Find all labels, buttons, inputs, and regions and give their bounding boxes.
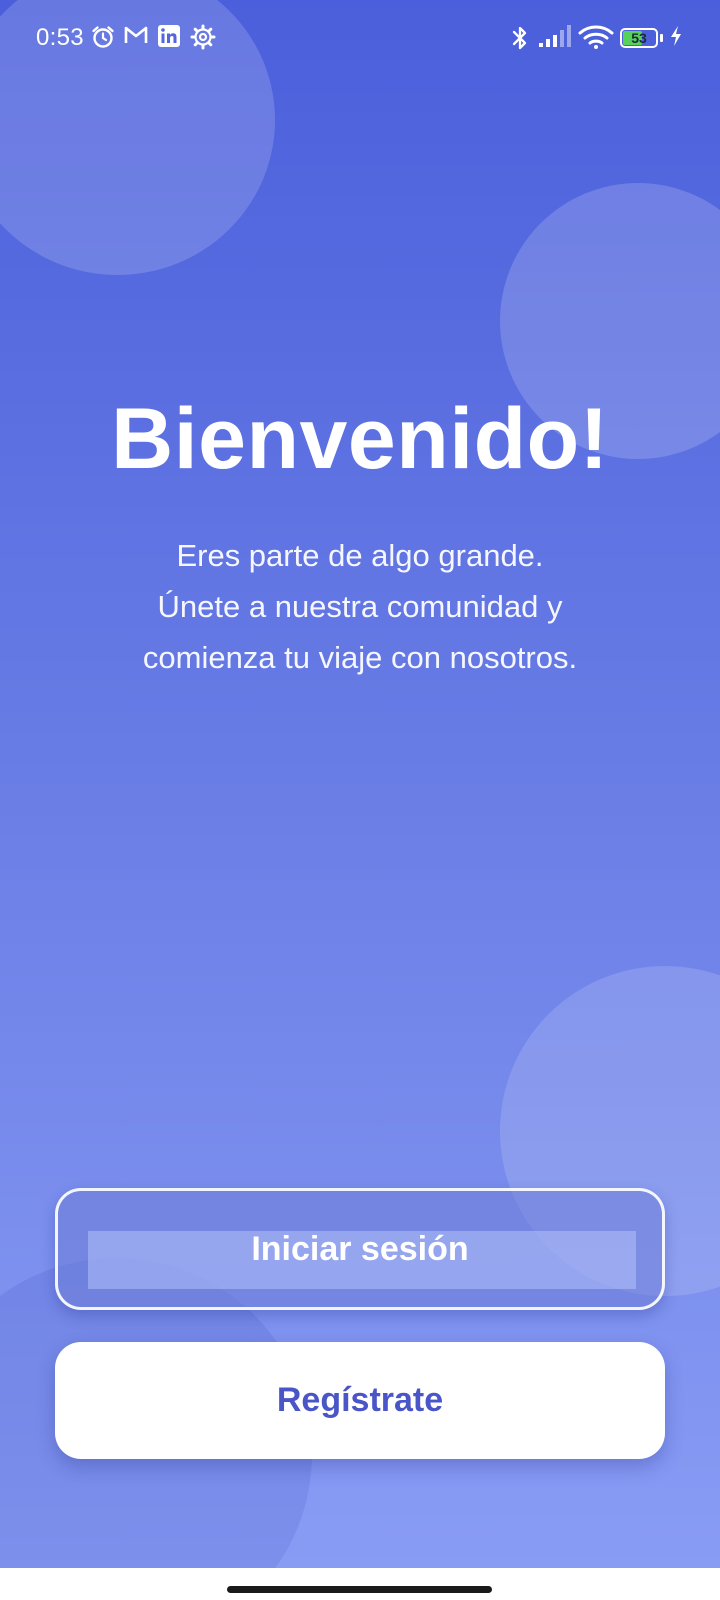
login-button[interactable]: Iniciar sesión	[55, 1188, 665, 1310]
status-time: 0:53	[36, 24, 84, 51]
welcome-screen: 0:53 53 Bienvenido! Eres parte de algo g…	[0, 0, 720, 1600]
battery-icon: 53	[620, 28, 658, 48]
login-button-label: Iniciar sesión	[251, 1229, 469, 1268]
subtitle-line: Únete a nuestra comunidad y	[157, 589, 563, 624]
alarm-icon	[90, 24, 116, 50]
register-button[interactable]: Regístrate	[55, 1342, 665, 1459]
battery-tip	[660, 34, 663, 42]
subtitle-line: Eres parte de algo grande.	[176, 538, 544, 573]
status-bar: 0:53 53	[0, 0, 720, 78]
wifi-icon	[578, 24, 614, 50]
settings-icon	[190, 24, 216, 50]
subtitle-line: comienza tu viaje con nosotros.	[142, 640, 578, 675]
bluetooth-icon	[510, 24, 530, 52]
signal-icon	[538, 24, 572, 48]
battery-level: 53	[631, 30, 647, 46]
navigation-bar	[0, 1568, 720, 1600]
gmail-icon	[123, 24, 149, 46]
welcome-subtitle: Eres parte de algo grande. Únete a nuest…	[60, 530, 660, 683]
linkedin-icon	[157, 24, 181, 48]
home-indicator[interactable]	[227, 1586, 492, 1593]
welcome-title: Bienvenido!	[111, 391, 609, 487]
charging-icon	[668, 24, 684, 48]
